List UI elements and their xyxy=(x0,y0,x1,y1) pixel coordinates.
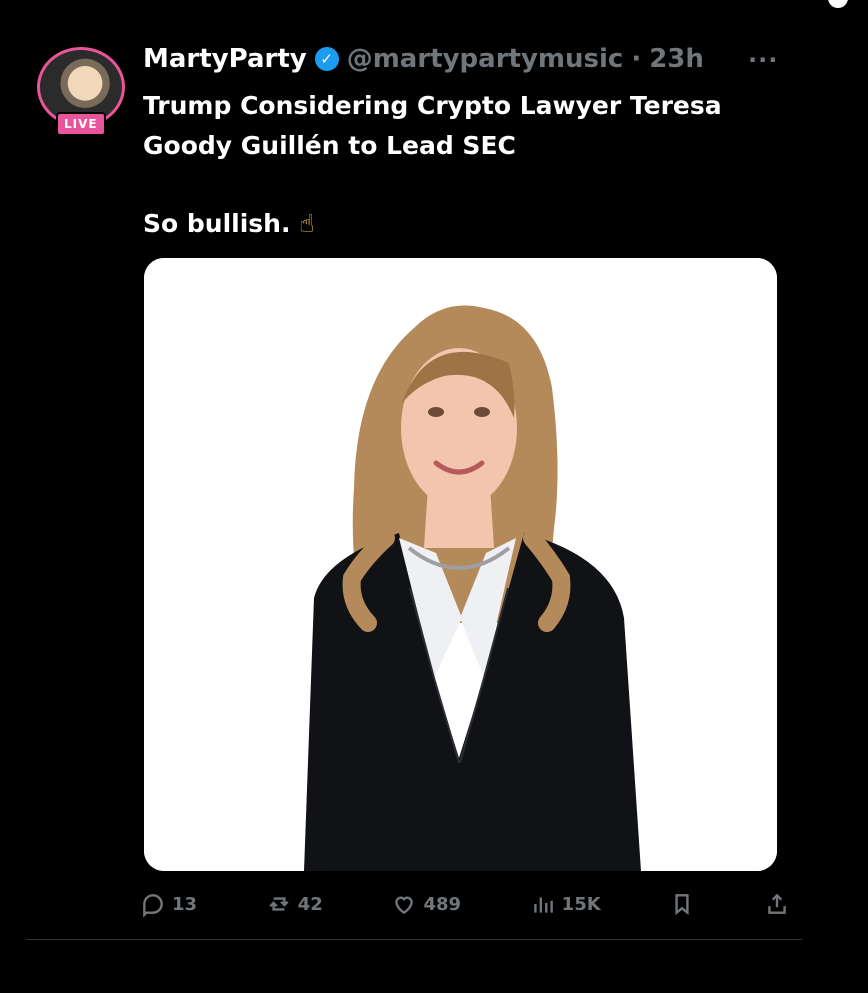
like-icon xyxy=(395,896,414,915)
tweet-text: Trump Considering Crypto Lawyer Teresa G… xyxy=(143,86,793,244)
share-button[interactable] xyxy=(764,891,790,917)
display-name[interactable]: MartyParty xyxy=(143,44,307,74)
tweet-text-line-1: Trump Considering Crypto Lawyer Teresa xyxy=(143,91,722,120)
share-icon xyxy=(768,893,786,914)
portrait-image xyxy=(144,258,777,871)
views-button[interactable]: 15K xyxy=(530,891,601,917)
user-handle[interactable]: @martypartymusic xyxy=(347,44,624,74)
comment-text: So bullish. xyxy=(143,209,291,238)
bookmark-icon xyxy=(675,894,689,916)
timestamp[interactable]: 23h xyxy=(649,44,704,74)
tweet-text-line-2: Goody Guillén to Lead SEC xyxy=(143,131,516,160)
reply-count: 13 xyxy=(172,893,198,915)
reply-button[interactable]: 13 xyxy=(140,891,197,917)
tweet-header: MartyParty ✓ @martypartymusic · 23h xyxy=(143,44,704,74)
live-badge: LIVE xyxy=(56,112,106,136)
views-icon xyxy=(533,897,553,913)
verified-icon: ✓ xyxy=(314,47,339,71)
retweet-icon xyxy=(269,897,289,911)
like-button[interactable]: 489 xyxy=(391,891,461,917)
views-count: 15K xyxy=(561,893,601,915)
separator-dot: · xyxy=(631,44,642,74)
pointing-up-emoji: ☝ xyxy=(299,209,315,238)
tweet-comment-line: So bullish. ☝ xyxy=(143,204,793,244)
tweet-photo[interactable] xyxy=(144,258,777,871)
more-icon[interactable]: ··· xyxy=(748,46,778,74)
tweet-divider xyxy=(26,939,802,940)
retweet-count: 42 xyxy=(297,893,323,915)
tweet-actions-bar: 13 42 489 15K xyxy=(140,887,790,921)
bookmark-button[interactable] xyxy=(669,891,695,917)
like-count: 489 xyxy=(423,893,462,915)
tweet-card[interactable]: LIVE MartyParty ✓ @martypartymusic · 23h… xyxy=(0,0,868,993)
reply-icon xyxy=(143,894,163,917)
retweet-button[interactable]: 42 xyxy=(266,891,323,917)
